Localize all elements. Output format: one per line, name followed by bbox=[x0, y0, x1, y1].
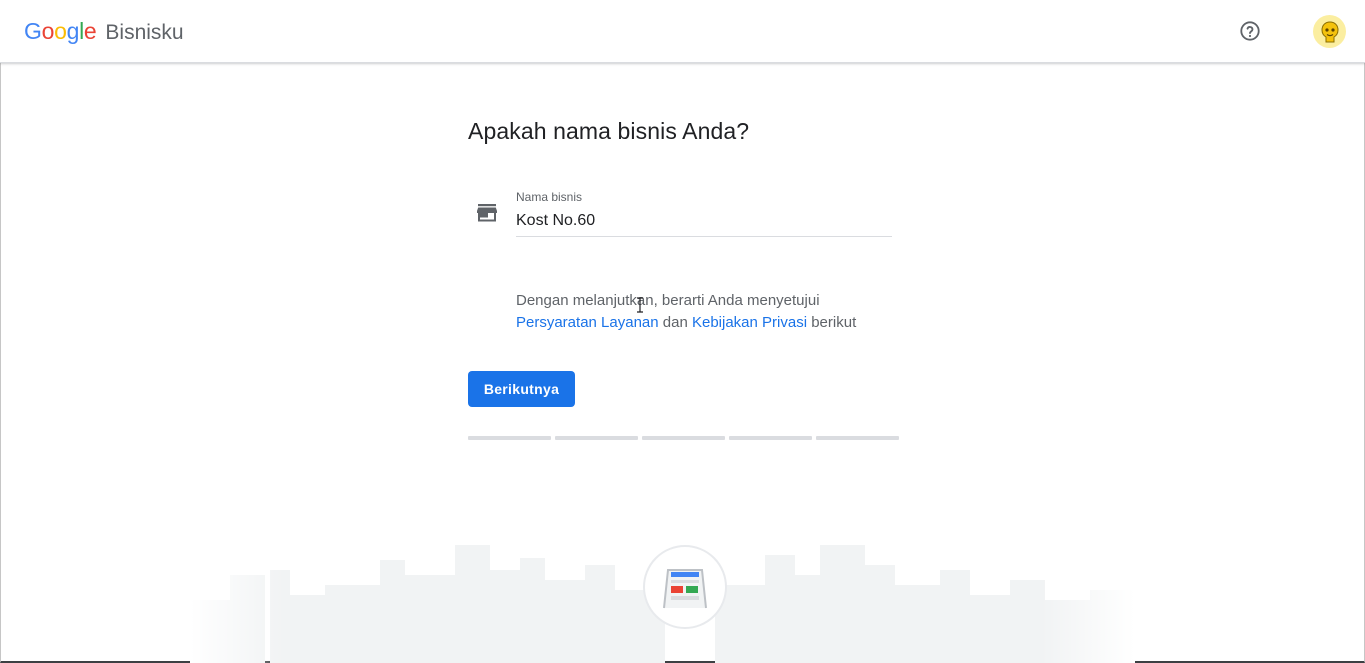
consent-suffix: berikut bbox=[811, 314, 857, 331]
business-name-input[interactable] bbox=[516, 206, 892, 237]
page-title: Apakah nama bisnis Anda? bbox=[468, 118, 750, 144]
product-name: Bisnisku bbox=[105, 21, 184, 44]
business-name-label: Nama bisnis bbox=[516, 190, 583, 204]
store-icon bbox=[477, 204, 497, 222]
google-bisnisku-logo[interactable]: Google Bisnisku bbox=[24, 18, 184, 45]
progress-step bbox=[468, 436, 551, 440]
consent-prefix: Dengan melanjutkan, berarti Anda menyetu… bbox=[516, 292, 820, 309]
google-wordmark: Google bbox=[24, 18, 97, 44]
terms-of-service-link[interactable]: Persyaratan Layanan bbox=[516, 314, 659, 331]
next-button[interactable]: Berikutnya bbox=[468, 371, 575, 407]
progress-step bbox=[555, 436, 638, 440]
progress-step bbox=[729, 436, 812, 440]
progress-step bbox=[816, 436, 899, 440]
progress-step bbox=[642, 436, 725, 440]
business-name-step: Apakah nama bisnis Anda? Nama bisnis Den… bbox=[468, 118, 908, 440]
consent-text: Dengan melanjutkan, berarti Anda menyetu… bbox=[516, 290, 896, 334]
privacy-policy-link[interactable]: Kebijakan Privasi bbox=[692, 314, 807, 331]
consent-connector: dan bbox=[662, 314, 688, 331]
progress-indicator bbox=[468, 436, 899, 440]
account-avatar-icon bbox=[1320, 20, 1339, 42]
storefront-illustration bbox=[643, 545, 727, 629]
storefront-sign-icon bbox=[663, 569, 707, 609]
account-avatar[interactable] bbox=[1313, 15, 1346, 48]
help-button[interactable] bbox=[1237, 18, 1263, 44]
top-app-bar: Google Bisnisku bbox=[0, 0, 1365, 63]
help-circle-icon bbox=[1240, 21, 1260, 41]
text-cursor-icon bbox=[637, 297, 643, 313]
business-name-field: Nama bisnis bbox=[468, 190, 898, 240]
